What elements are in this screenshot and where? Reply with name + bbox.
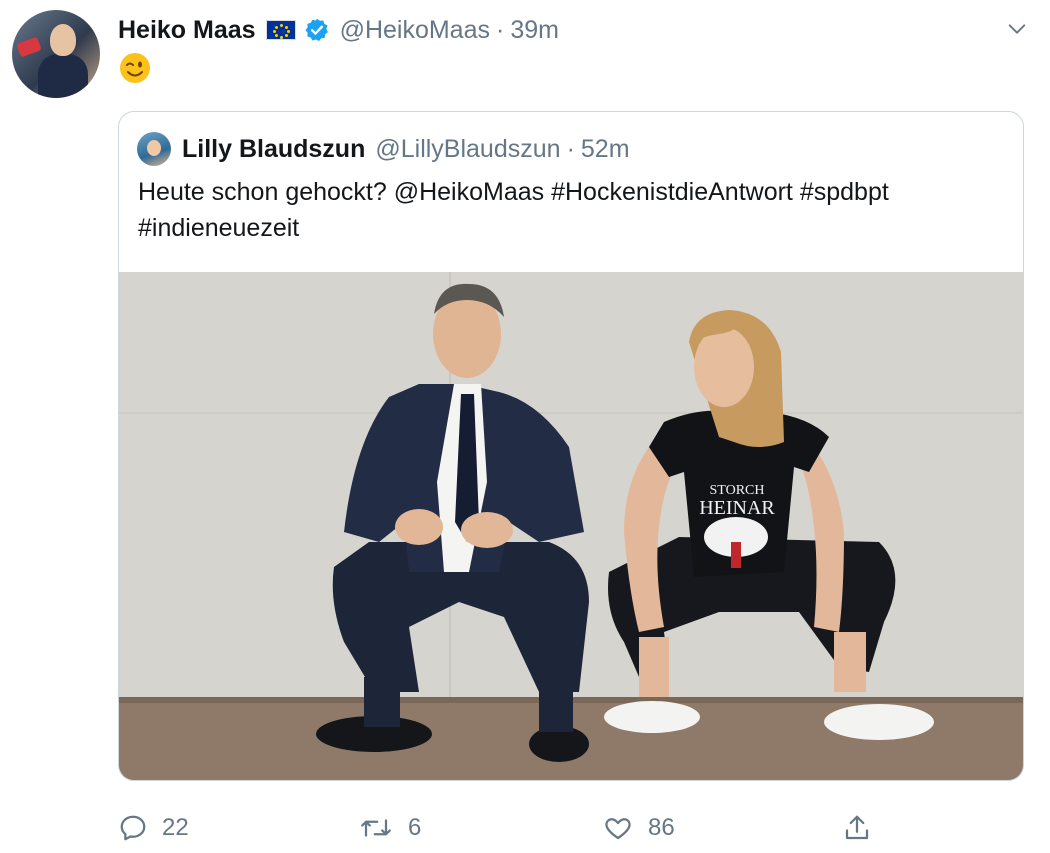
quoted-tweet-header: Lilly Blaudszun @LillyBlaudszun · 52m bbox=[182, 132, 630, 166]
tweet-timestamp[interactable]: 39m bbox=[510, 16, 559, 45]
wink-emoji-icon bbox=[119, 52, 151, 84]
quoted-tweet-text: Heute schon gehockt? @HeikoMaas #Hockeni… bbox=[138, 178, 889, 242]
shirt-text-top: STORCH bbox=[710, 483, 765, 498]
quoted-author-avatar[interactable] bbox=[137, 132, 171, 166]
chevron-down-icon[interactable] bbox=[1006, 18, 1028, 45]
like-button[interactable]: 86 bbox=[602, 808, 675, 848]
author-avatar[interactable] bbox=[12, 10, 100, 98]
reply-button[interactable]: 22 bbox=[118, 808, 189, 848]
verified-badge-icon bbox=[304, 17, 330, 43]
avatar-face-shape bbox=[50, 24, 76, 56]
heart-icon bbox=[605, 818, 631, 840]
tweet-header: Heiko Maas @HeikoMaas · 39m bbox=[118, 12, 559, 48]
retweet-count: 6 bbox=[408, 814, 422, 841]
avatar-suit-shape bbox=[38, 54, 88, 98]
author-handle[interactable]: @HeikoMaas bbox=[340, 16, 490, 45]
share-button[interactable] bbox=[842, 808, 886, 848]
quoted-author-handle[interactable]: @LillyBlaudszun bbox=[375, 135, 560, 164]
quoted-separator-dot: · bbox=[566, 134, 575, 163]
reply-count: 22 bbox=[162, 814, 189, 841]
quoted-tweet-card[interactable]: Lilly Blaudszun @LillyBlaudszun · 52m He… bbox=[118, 111, 1024, 781]
quoted-avatar-face-shape bbox=[147, 140, 161, 156]
like-count: 86 bbox=[648, 814, 675, 841]
retweet-button[interactable]: 6 bbox=[358, 808, 421, 848]
author-name[interactable]: Heiko Maas bbox=[118, 16, 256, 45]
separator-dot: · bbox=[496, 15, 505, 44]
tweet-action-bar: 22 6 86 bbox=[118, 808, 1024, 848]
share-icon bbox=[845, 815, 869, 840]
quoted-tweet-photo[interactable]: STORCH HEINAR bbox=[119, 272, 1023, 780]
shirt-text-bottom: HEINAR bbox=[699, 497, 775, 519]
avatar-phone-shape bbox=[16, 36, 42, 58]
reply-icon bbox=[120, 815, 146, 841]
quoted-author-name[interactable]: Lilly Blaudszun bbox=[182, 135, 365, 164]
eu-flag-icon bbox=[265, 20, 296, 40]
retweet-icon bbox=[361, 819, 391, 837]
quoted-timestamp[interactable]: 52m bbox=[581, 135, 630, 164]
